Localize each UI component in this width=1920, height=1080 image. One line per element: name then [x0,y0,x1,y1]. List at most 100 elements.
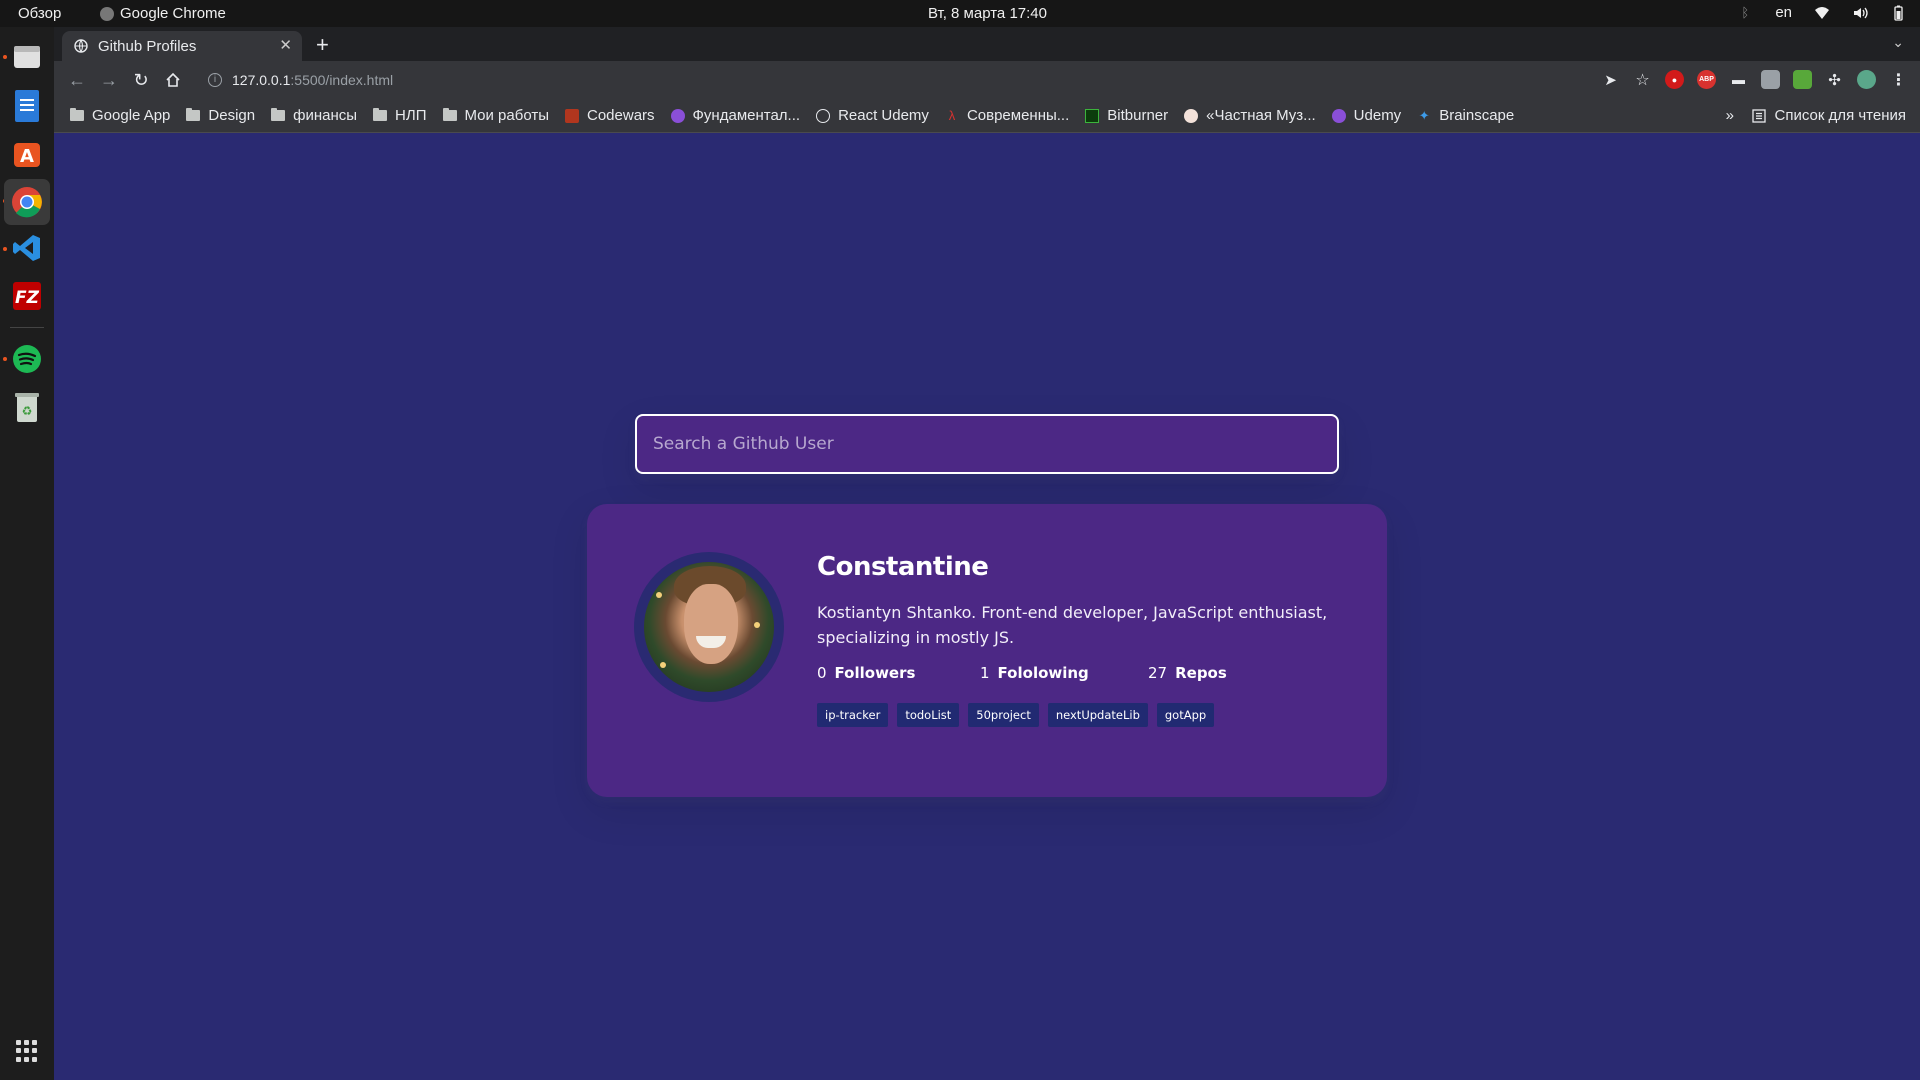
extensions-row: ➤ ☆ ● ABP ▬ ✣ ⋮ [1601,70,1908,89]
vscode-app-icon[interactable] [8,229,46,267]
dock-separator [10,327,44,328]
folder-icon [186,108,201,121]
adblock-plus-extension-icon[interactable]: ABP [1697,70,1716,89]
home-icon[interactable] [162,69,184,91]
repo-list: ip-tracker todoList 50project nextUpdate… [817,703,1347,727]
brainscape-icon: ✦ [1418,107,1430,123]
avatar-bg-light [754,622,760,628]
tab-github-profiles[interactable]: Github Profiles ✕ [62,31,302,61]
bookmark-label: финансы [293,107,358,124]
chrome-menu-icon[interactable]: ⋮ [1889,70,1908,89]
trash-icon[interactable]: ♻ [8,388,46,426]
avatar-bg-light [656,592,662,598]
bookmarks-bar: Google App Design финансы НЛП Мои работы… [54,99,1920,133]
bookmark-private-music[interactable]: «Частная Муз... [1184,107,1316,124]
bookmark-star-icon[interactable]: ☆ [1633,70,1652,89]
tab-search-chevron-icon[interactable]: ⌄ [1892,34,1904,51]
more-bookmarks-chevron-icon[interactable]: » [1726,107,1734,124]
bookmark-label: Фундаментал... [692,107,801,124]
bookmark-react-udemy[interactable]: React Udemy [816,107,929,124]
show-applications-icon[interactable] [16,1040,38,1062]
user-info: Constantine Kostiantyn Shtanko. Front-en… [817,552,1347,727]
svg-text:♻: ♻ [22,404,33,418]
repo-link[interactable]: ip-tracker [817,703,889,727]
green-extension-icon[interactable] [1793,70,1812,89]
clock[interactable]: Вт, 8 марта 17:40 [0,5,1920,22]
followers-label: Followers [834,664,916,682]
reading-list-label: Список для чтения [1774,107,1906,124]
bookmark-label: НЛП [395,107,427,124]
browser-window: Github Profiles ✕ + ⌄ ← → ↻ i 127.0.0.1 … [54,27,1920,133]
profile-card: Constantine Kostiantyn Shtanko. Front-en… [587,504,1387,797]
bookmark-google-app[interactable]: Google App [70,107,170,124]
forward-icon[interactable]: → [98,69,120,91]
volume-icon[interactable] [1852,5,1868,21]
bookmark-label: Bitburner [1107,107,1169,124]
back-icon[interactable]: ← [66,69,88,91]
followers-stat: 0 Followers [817,664,980,682]
site-info-icon[interactable]: i [208,73,222,87]
udemy-icon [1331,108,1346,123]
bluetooth-icon[interactable]: ᛒ [1737,5,1753,21]
repo-link[interactable]: gotApp [1156,703,1215,727]
writer-app-icon[interactable] [8,87,46,125]
tab-strip: Github Profiles ✕ + ⌄ [54,27,1920,61]
system-tray[interactable]: ᛒ en [1737,4,1906,21]
address-bar[interactable]: i 127.0.0.1 :5500/index.html [194,66,1634,94]
reload-icon[interactable]: ↻ [130,69,152,91]
following-stat: 1 Fololowing [980,664,1148,682]
profile-avatar-icon[interactable] [1857,70,1876,89]
javascript-info-icon: λ [948,107,956,123]
language-indicator[interactable]: en [1775,4,1792,21]
bookmark-label: Brainscape [1439,107,1515,124]
software-center-icon[interactable]: A [8,135,46,173]
user-name: Constantine [817,552,989,582]
bookmark-bitburner[interactable]: Bitburner [1085,107,1168,124]
bookmark-finance[interactable]: финансы [271,107,357,124]
extensions-puzzle-icon[interactable]: ✣ [1825,70,1844,89]
battery-icon[interactable] [1890,5,1906,21]
repo-link[interactable]: nextUpdateLib [1047,703,1148,727]
avatar [634,552,784,702]
svg-text:FZ: FZ [15,288,40,308]
repo-link[interactable]: todoList [897,703,960,727]
user-stats: 0 Followers 1 Fololowing 27 Repos [817,664,1347,682]
avatar-face [684,584,738,664]
files-app-icon[interactable] [8,38,46,76]
bookmark-codewars[interactable]: Codewars [565,107,655,124]
wifi-icon[interactable] [1814,5,1830,21]
bookmark-udemy[interactable]: Udemy [1331,107,1401,124]
folder-icon [373,108,388,121]
bookmark-brainscape[interactable]: ✦ Brainscape [1417,107,1515,124]
close-tab-icon[interactable]: ✕ [279,36,292,54]
followers-count: 0 [817,664,827,682]
bookmark-label: Google App [92,107,171,124]
filezilla-app-icon[interactable]: FZ [8,277,46,315]
codewars-icon [565,108,579,123]
user-bio: Kostiantyn Shtanko. Front-end developer,… [817,603,1328,647]
reading-list-button[interactable]: Список для чтения [1752,107,1906,124]
bookmark-design[interactable]: Design [186,107,255,124]
chrome-app-icon[interactable] [4,179,50,225]
reading-list-icon [1752,108,1767,123]
screenshot-extension-icon[interactable] [1761,70,1780,89]
bookmark-label: Design [208,107,256,124]
svg-text:A: A [20,146,34,167]
spotify-app-icon[interactable] [8,340,46,378]
search-input[interactable] [635,414,1339,474]
opera-vpn-extension-icon[interactable]: ● [1665,70,1684,89]
bookmark-fundamental[interactable]: Фундаментал... [670,107,801,124]
bookmark-nlp[interactable]: НЛП [373,107,427,124]
new-tab-button[interactable]: + [316,32,329,58]
send-tab-icon[interactable]: ➤ [1601,70,1620,89]
bookmark-label: Codewars [587,107,655,124]
repos-stat: 27 Repos [1148,664,1227,682]
repos-label: Repos [1175,664,1227,682]
bookmark-label: «Частная Муз... [1206,107,1316,124]
cast-extension-icon[interactable]: ▬ [1729,70,1748,89]
following-label: Fololowing [997,664,1089,682]
repo-link[interactable]: 50project [968,703,1039,727]
bookmark-my-works[interactable]: Мои работы [442,107,549,124]
dock: A FZ ♻ [0,27,54,1080]
bookmark-modern-js[interactable]: λ Современны... [945,107,1070,124]
